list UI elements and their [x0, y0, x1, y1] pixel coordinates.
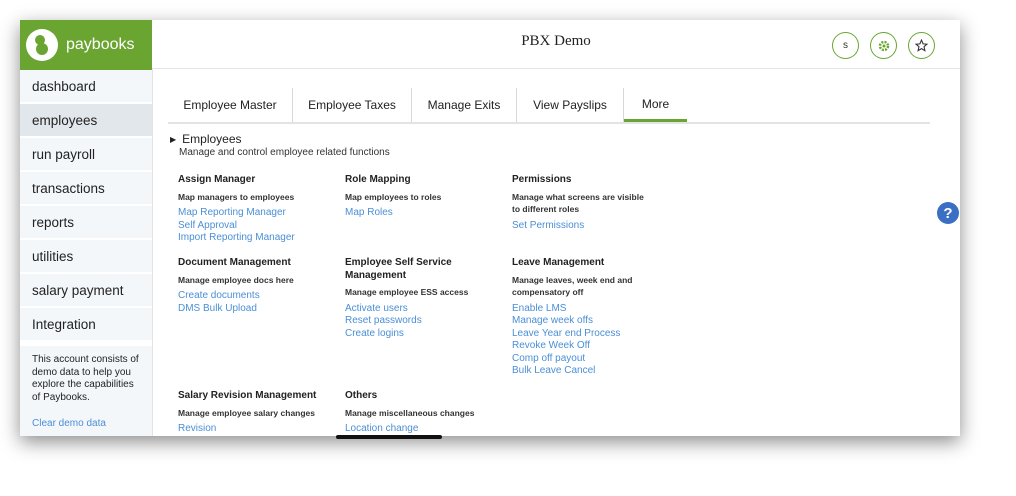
clear-demo-data-link[interactable]: Clear demo data: [32, 418, 142, 429]
link-leave-year-end-process[interactable]: Leave Year end Process: [512, 328, 637, 341]
group-leave-management: Leave Management Manage leaves, week end…: [512, 257, 637, 378]
section-description: Manage and control employee related func…: [179, 147, 390, 158]
group-description: Map managers to employees: [178, 191, 295, 202]
group-title: Leave Management: [512, 257, 605, 268]
paybooks-logo-icon: [26, 29, 58, 61]
group-title: Employee Self Service Management: [345, 257, 452, 281]
group-description: Manage leaves, week end and compensatory…: [512, 274, 633, 298]
profile-initial: s: [843, 40, 848, 51]
group-title: Permissions: [512, 174, 572, 185]
link-revision[interactable]: Revision: [178, 423, 328, 436]
tab-employee-master[interactable]: Employee Master: [168, 88, 293, 122]
sidebar-item-dashboard[interactable]: dashboard: [20, 70, 152, 104]
group-title: Others: [345, 390, 378, 401]
link-set-permissions[interactable]: Set Permissions: [512, 220, 662, 233]
logo[interactable]: paybooks: [20, 20, 152, 70]
logo-text: paybooks: [66, 36, 135, 53]
section-title: Employees: [182, 132, 242, 146]
link-map-reporting-manager[interactable]: Map Reporting Manager: [178, 207, 328, 220]
group-others: Others Manage miscellaneous changes Loca…: [345, 390, 495, 436]
group-description: Map employees to roles: [345, 191, 442, 202]
tab-view-payslips[interactable]: View Payslips: [517, 88, 624, 122]
profile-button[interactable]: s: [832, 32, 859, 59]
group-salary-revision: Salary Revision Management Manage employ…: [178, 390, 328, 436]
link-revoke-week-off[interactable]: Revoke Week Off: [512, 340, 637, 353]
tab-bar: Employee Master Employee Taxes Manage Ex…: [168, 88, 930, 124]
star-icon: [915, 39, 928, 52]
sidebar-item-integration[interactable]: Integration: [20, 308, 152, 342]
link-activate-users[interactable]: Activate users: [345, 303, 475, 316]
group-permissions: Permissions Manage what screens are visi…: [512, 174, 662, 232]
gear-icon: [878, 40, 889, 51]
help-icon[interactable]: ?: [937, 202, 959, 224]
group-document-management: Document Management Manage employee docs…: [178, 257, 328, 315]
group-description: Manage miscellaneous changes: [345, 407, 475, 418]
sidebar-item-reports[interactable]: reports: [20, 206, 152, 240]
group-title: Assign Manager: [178, 174, 256, 185]
link-bulk-leave-cancel[interactable]: Bulk Leave Cancel: [512, 365, 637, 378]
horizontal-scrollbar[interactable]: [336, 435, 442, 439]
group-description: Manage employee ESS access: [345, 287, 469, 297]
group-description: Manage what screens are visible to diffe…: [512, 191, 644, 215]
link-enable-lms[interactable]: Enable LMS: [512, 303, 637, 316]
group-title: Document Management: [178, 257, 291, 268]
settings-button[interactable]: [870, 32, 897, 59]
tab-manage-exits[interactable]: Manage Exits: [412, 88, 517, 122]
link-map-roles[interactable]: Map Roles: [345, 207, 495, 220]
sidebar-item-employees[interactable]: employees: [20, 104, 152, 138]
group-description: Manage employee docs here: [178, 274, 294, 285]
tab-employee-taxes[interactable]: Employee Taxes: [293, 88, 412, 122]
sidebar: paybooks dashboard employees run payroll…: [20, 20, 153, 436]
link-reset-passwords[interactable]: Reset passwords: [345, 315, 475, 328]
demo-info-text: This account consists of demo data to he…: [32, 354, 139, 403]
link-location-change[interactable]: Location change: [345, 423, 495, 436]
sidebar-item-run-payroll[interactable]: run payroll: [20, 138, 152, 172]
sidebar-item-transactions[interactable]: transactions: [20, 172, 152, 206]
caret-right-icon: ▶: [170, 134, 177, 144]
group-title: Salary Revision Management: [178, 390, 317, 401]
app-window: paybooks dashboard employees run payroll…: [20, 20, 960, 436]
link-comp-off-payout[interactable]: Comp off payout: [512, 353, 637, 366]
link-manage-week-offs[interactable]: Manage week offs: [512, 315, 637, 328]
link-self-approval[interactable]: Self Approval: [178, 220, 328, 233]
group-assign-manager: Assign Manager Map managers to employees…: [178, 174, 328, 245]
sidebar-item-salary-payment[interactable]: salary payment: [20, 274, 152, 308]
sidebar-item-utilities[interactable]: utilities: [20, 240, 152, 274]
link-create-documents[interactable]: Create documents: [178, 290, 328, 303]
tab-more[interactable]: More: [624, 88, 687, 122]
demo-info-box: This account consists of demo data to he…: [20, 346, 152, 436]
favorite-button[interactable]: [908, 32, 935, 59]
group-ess-management: Employee Self Service Management Manage …: [345, 257, 475, 340]
link-dms-bulk-upload[interactable]: DMS Bulk Upload: [178, 303, 328, 316]
group-description: Manage employee salary changes: [178, 407, 316, 418]
group-role-mapping: Role Mapping Map employees to roles Map …: [345, 174, 495, 220]
link-create-logins[interactable]: Create logins: [345, 328, 475, 341]
sidebar-nav: dashboard employees run payroll transact…: [20, 70, 152, 342]
group-title: Role Mapping: [345, 174, 411, 185]
header: PBX Demo s: [152, 20, 960, 69]
link-import-reporting-manager[interactable]: Import Reporting Manager: [178, 232, 328, 245]
main-content: ▶ Employees Manage and control employee …: [168, 132, 928, 436]
section-header[interactable]: ▶ Employees: [168, 132, 928, 146]
